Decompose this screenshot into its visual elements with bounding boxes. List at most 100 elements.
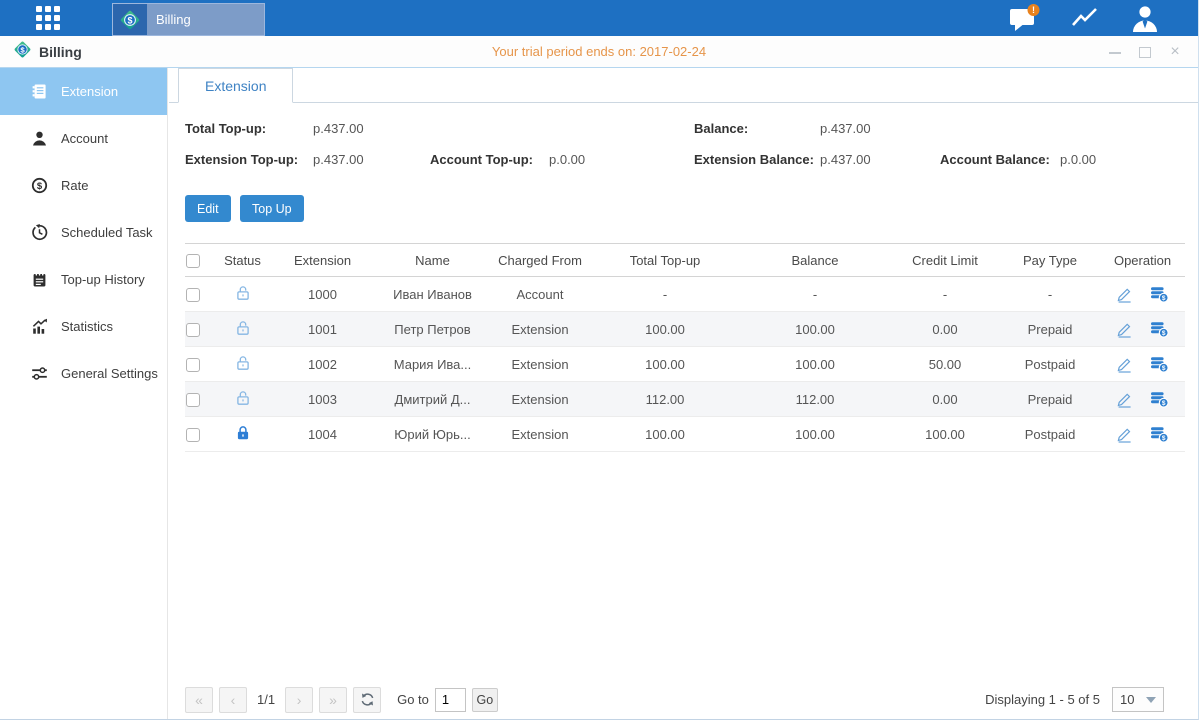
table-row: 1003 Дмитрий Д... Extension 112.00 112.0… xyxy=(185,382,1185,417)
minimize-icon[interactable] xyxy=(1108,45,1122,59)
credit-limit-cell: - xyxy=(890,277,1000,312)
top-up-coins-icon[interactable]: $ xyxy=(1150,356,1169,373)
table-row: 1000 Иван Иванов Account - - - - $ xyxy=(185,277,1185,312)
billing-app-window: $ Billing ! xyxy=(0,0,1199,720)
column-header-credit-limit: Credit Limit xyxy=(890,244,1000,277)
edit-pencil-icon[interactable] xyxy=(1116,286,1133,303)
pay-type-cell: - xyxy=(1000,277,1100,312)
sidebar-item-scheduled-task[interactable]: Scheduled Task xyxy=(0,209,167,256)
app-launcher-icon[interactable] xyxy=(36,6,60,30)
sidebar-item-account[interactable]: Account xyxy=(0,115,167,162)
row-checkbox[interactable] xyxy=(186,288,200,302)
edit-button[interactable]: Edit xyxy=(185,195,231,222)
row-checkbox[interactable] xyxy=(186,428,200,442)
svg-text:$: $ xyxy=(20,45,25,54)
close-icon[interactable]: × xyxy=(1168,45,1182,59)
charged-from-cell: Extension xyxy=(490,382,590,417)
column-header-operation: Operation xyxy=(1100,244,1185,277)
row-checkbox[interactable] xyxy=(186,393,200,407)
credit-limit-cell: 50.00 xyxy=(890,347,1000,382)
svg-text:$: $ xyxy=(1162,295,1166,302)
column-header-charged-from: Charged From xyxy=(490,244,590,277)
edit-pencil-icon[interactable] xyxy=(1116,321,1133,338)
charged-from-cell: Extension xyxy=(490,347,590,382)
total-topup-value: p.437.00 xyxy=(313,121,364,136)
charged-from-cell: Extension xyxy=(490,417,590,452)
tab-extension-label: Extension xyxy=(205,78,266,94)
extension-cell: 1001 xyxy=(270,312,375,347)
balance-cell: 100.00 xyxy=(740,312,890,347)
account-balance-label: Account Balance: xyxy=(940,152,1050,167)
top-up-button[interactable]: Top Up xyxy=(240,195,304,222)
top-up-coins-icon[interactable]: $ xyxy=(1150,321,1169,338)
sidebar-item-statistics[interactable]: Statistics xyxy=(0,303,167,350)
credit-limit-cell: 100.00 xyxy=(890,417,1000,452)
notebook-icon xyxy=(30,271,48,289)
sidebar-item-topup-history[interactable]: Top-up History xyxy=(0,256,167,303)
goto-page-input[interactable] xyxy=(435,688,466,712)
total-topup-cell: 100.00 xyxy=(590,347,740,382)
go-button[interactable]: Go xyxy=(472,688,498,712)
extension-balance-label: Extension Balance: xyxy=(694,152,814,167)
extension-balance-value: p.437.00 xyxy=(820,152,871,167)
extension-cell: 1000 xyxy=(270,277,375,312)
billing-diamond-icon: $ xyxy=(113,4,147,35)
top-up-coins-icon[interactable]: $ xyxy=(1150,391,1169,408)
tab-extension[interactable]: Extension xyxy=(178,68,293,103)
statistics-chart-icon[interactable] xyxy=(1070,5,1100,31)
prev-page-button[interactable]: ‹ xyxy=(219,687,247,713)
column-header-total-top-up: Total Top-up xyxy=(590,244,740,277)
person-icon xyxy=(30,130,48,148)
balance-value: p.437.00 xyxy=(820,121,871,136)
total-topup-cell: 112.00 xyxy=(590,382,740,417)
topbar-tab-billing[interactable]: $ Billing xyxy=(112,3,265,36)
pay-type-cell: Postpaid xyxy=(1000,347,1100,382)
edit-pencil-icon[interactable] xyxy=(1116,356,1133,373)
window-titlebar: Your trial period ends on: 2017-02-24 $ … xyxy=(0,36,1198,68)
messages-icon[interactable]: ! xyxy=(1008,3,1040,33)
sidebar-item-label: Statistics xyxy=(61,319,113,334)
sidebar-item-label: General Settings xyxy=(61,366,158,381)
chevron-down-icon xyxy=(1146,697,1156,703)
sidebar-item-extension[interactable]: Extension xyxy=(0,68,167,115)
svg-text:$: $ xyxy=(1162,435,1166,442)
column-header-name: Name xyxy=(375,244,490,277)
maximize-icon[interactable] xyxy=(1138,45,1152,59)
select-all-checkbox[interactable] xyxy=(186,254,200,268)
first-page-button[interactable]: « xyxy=(185,687,213,713)
name-cell: Мария Ива... xyxy=(375,347,490,382)
refresh-icon xyxy=(360,692,375,707)
total-topup-cell: - xyxy=(590,277,740,312)
refresh-button[interactable] xyxy=(353,687,381,713)
sidebar-item-label: Scheduled Task xyxy=(61,225,153,240)
svg-text:!: ! xyxy=(1032,5,1035,15)
next-page-button[interactable]: › xyxy=(285,687,313,713)
svg-text:$: $ xyxy=(127,15,132,25)
svg-text:$: $ xyxy=(1162,365,1166,372)
sidebar-item-rate[interactable]: $ Rate xyxy=(0,162,167,209)
total-topup-cell: 100.00 xyxy=(590,312,740,347)
svg-text:$: $ xyxy=(1162,330,1166,337)
sidebar-item-label: Account xyxy=(61,131,108,146)
top-up-coins-icon[interactable]: $ xyxy=(1150,286,1169,303)
extension-cell: 1002 xyxy=(270,347,375,382)
balance-cell: 100.00 xyxy=(740,347,890,382)
last-page-button[interactable]: » xyxy=(319,687,347,713)
page-size-select[interactable]: 10 xyxy=(1112,687,1164,712)
sidebar-item-label: Rate xyxy=(61,178,88,193)
edit-pencil-icon[interactable] xyxy=(1116,391,1133,408)
page-title: Billing xyxy=(39,44,82,60)
edit-pencil-icon[interactable] xyxy=(1116,426,1133,443)
sidebar-item-general-settings[interactable]: General Settings xyxy=(0,350,167,397)
dollar-circle-icon: $ xyxy=(30,177,48,195)
top-up-coins-icon[interactable]: $ xyxy=(1150,426,1169,443)
user-account-icon[interactable] xyxy=(1130,4,1160,33)
charged-from-cell: Account xyxy=(490,277,590,312)
extension-table-body: 1000 Иван Иванов Account - - - - $ xyxy=(185,277,1185,452)
charged-from-cell: Extension xyxy=(490,312,590,347)
credit-limit-cell: 0.00 xyxy=(890,382,1000,417)
row-checkbox[interactable] xyxy=(186,323,200,337)
row-checkbox[interactable] xyxy=(186,358,200,372)
page-size-value: 10 xyxy=(1120,692,1134,707)
main-content: Extension Total Top-up: p.437.00 Balance… xyxy=(169,68,1198,719)
